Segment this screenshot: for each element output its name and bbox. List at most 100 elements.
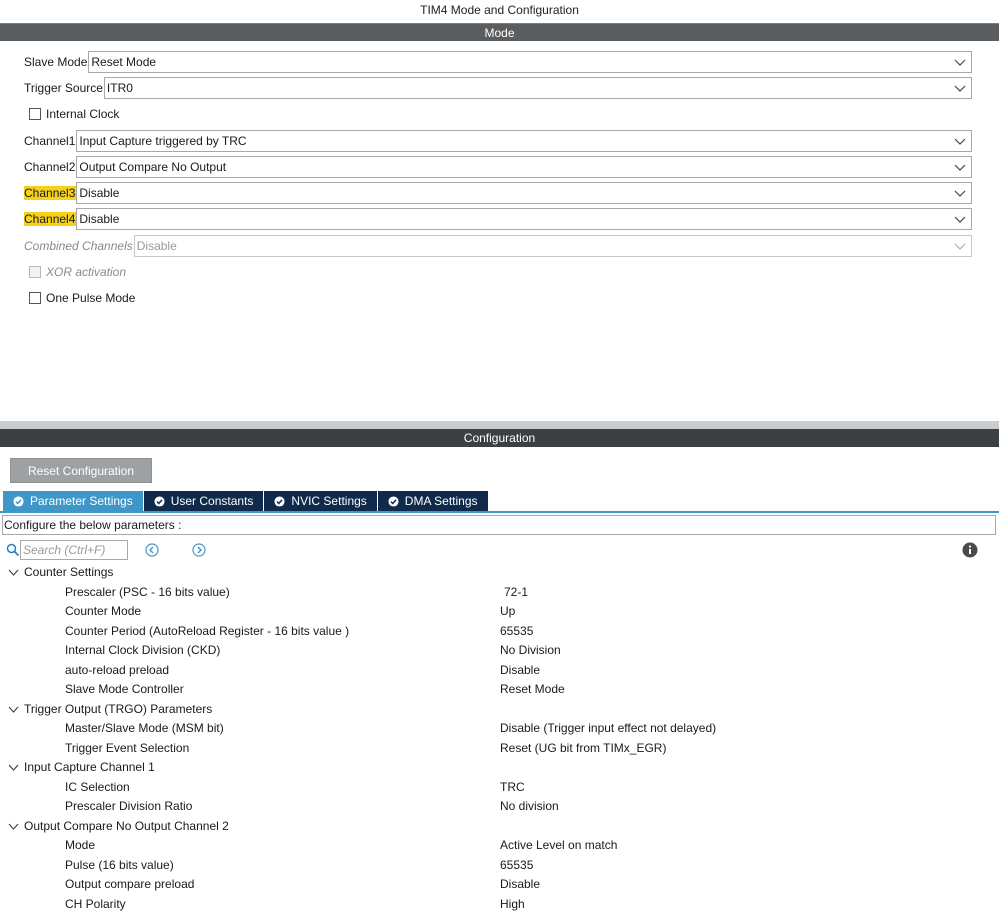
table-row[interactable]: Slave Mode Controller Reset Mode (0, 680, 999, 700)
table-row[interactable]: Counter Period (AutoReload Register - 16… (0, 622, 999, 642)
trigger-source-value: ITR0 (106, 81, 133, 95)
configuration-section-header: Configuration (0, 429, 999, 447)
param-name: auto-reload preload (65, 662, 170, 677)
param-value[interactable]: No Division (500, 641, 561, 661)
combined-channels-select: Disable (133, 235, 972, 257)
channel3-row: Channel3 Disable (24, 182, 972, 204)
channel2-value: Output Compare No Output (79, 160, 227, 174)
chevron-down-icon (8, 706, 19, 713)
internal-clock-checkbox-row[interactable]: Internal Clock (29, 105, 119, 123)
param-name: CH Polarity (65, 896, 126, 911)
tree-group-counter-settings[interactable]: Counter Settings (0, 563, 999, 583)
table-row[interactable]: Output compare preload Disable (0, 875, 999, 895)
one-pulse-mode-checkbox-row[interactable]: One Pulse Mode (29, 289, 135, 307)
table-row[interactable]: CH Polarity High (0, 895, 999, 915)
check-circle-icon (274, 495, 285, 507)
param-name: Pulse (16 bits value) (65, 857, 174, 872)
channel2-select[interactable]: Output Compare No Output (76, 156, 972, 178)
tree-group-trigger-output[interactable]: Trigger Output (TRGO) Parameters (0, 700, 999, 720)
table-row[interactable]: IC Selection TRC (0, 778, 999, 798)
param-value[interactable]: Disable (Trigger input effect not delaye… (500, 719, 716, 739)
xor-activation-checkbox-row: XOR activation (29, 263, 126, 281)
table-row[interactable]: Internal Clock Division (CKD) No Division (0, 641, 999, 661)
param-name: Counter Mode (65, 604, 142, 618)
channel3-value: Disable (79, 186, 120, 200)
slave-mode-label: Slave Mode (24, 55, 88, 69)
table-row[interactable]: Master/Slave Mode (MSM bit) Disable (Trig… (0, 719, 999, 739)
chevron-down-icon (954, 243, 966, 250)
channel4-select[interactable]: Disable (76, 208, 972, 230)
chevron-down-icon (954, 216, 966, 223)
param-value[interactable]: Up (500, 602, 515, 622)
xor-activation-label: XOR activation (46, 265, 127, 279)
channel3-select[interactable]: Disable (76, 182, 972, 204)
table-row[interactable]: Counter Mode Up (0, 602, 999, 622)
channel2-label: Channel2 (24, 160, 76, 174)
tab-parameter-settings[interactable]: Parameter Settings (3, 491, 143, 511)
table-row[interactable]: Prescaler (PSC - 16 bits value) 72-1 (0, 583, 999, 603)
parameters-description: Configure the below parameters : (2, 515, 996, 535)
combined-channels-value: Disable (136, 239, 177, 253)
search-input[interactable] (20, 540, 128, 560)
check-circle-icon (13, 495, 24, 507)
param-name: Master/Slave Mode (MSM bit) (65, 721, 224, 735)
search-icon (6, 543, 20, 557)
xor-activation-checkbox (29, 266, 41, 278)
table-row[interactable]: auto-reload preload Disable (0, 661, 999, 681)
chevron-down-icon (954, 164, 966, 171)
tab-underline (0, 511, 999, 513)
param-name: Counter Period (AutoReload Register - 16… (65, 623, 350, 638)
param-name: IC Selection (65, 779, 130, 794)
previous-result-icon[interactable] (145, 543, 159, 557)
param-name: Output compare preload (65, 877, 195, 891)
param-name: Mode (65, 838, 96, 852)
slave-mode-row: Slave Mode Reset Mode (24, 51, 972, 73)
one-pulse-mode-checkbox[interactable] (29, 292, 41, 304)
group-label: Output Compare No Output Channel 2 (24, 818, 229, 833)
reset-configuration-button[interactable]: Reset Configuration (10, 458, 152, 483)
table-row[interactable]: Trigger Event Selection Reset (UG bit fro… (0, 739, 999, 759)
tree-group-output-compare-channel-2[interactable]: Output Compare No Output Channel 2 (0, 817, 999, 837)
chevron-down-icon (8, 569, 19, 576)
param-value[interactable]: Reset Mode (500, 680, 565, 700)
tab-user-constants[interactable]: User Constants (143, 491, 264, 511)
trigger-source-select[interactable]: ITR0 (103, 77, 972, 99)
param-value[interactable]: TRC (500, 778, 525, 798)
table-row[interactable]: Pulse (16 bits value) 65535 (0, 856, 999, 876)
check-circle-icon (388, 495, 399, 507)
group-label: Counter Settings (24, 565, 114, 579)
channel2-row: Channel2 Output Compare No Output (24, 156, 972, 178)
param-value[interactable]: Reset (UG bit from TIMx_EGR) (500, 739, 666, 759)
tab-label: User Constants (170, 494, 254, 508)
tab-dma-settings[interactable]: DMA Settings (377, 491, 488, 511)
param-value[interactable]: No division (500, 797, 559, 817)
tab-nvic-settings[interactable]: NVIC Settings (264, 491, 377, 511)
config-tabs: Parameter Settings User Constants NVIC S… (3, 491, 489, 512)
channel4-value: Disable (79, 212, 120, 226)
param-name: Trigger Event Selection (65, 740, 190, 755)
channel1-select[interactable]: Input Capture triggered by TRC (76, 130, 972, 152)
param-value[interactable]: High (500, 895, 525, 915)
internal-clock-checkbox[interactable] (29, 108, 41, 120)
one-pulse-mode-label: One Pulse Mode (46, 291, 136, 305)
param-value[interactable]: 65535 (500, 856, 533, 876)
next-result-icon[interactable] (192, 543, 206, 557)
channel1-value: Input Capture triggered by TRC (79, 134, 247, 148)
param-value[interactable]: 72-1 (504, 583, 528, 603)
section-splitter[interactable] (0, 421, 999, 429)
param-value[interactable]: Active Level on match (500, 836, 617, 856)
chevron-down-icon (8, 823, 19, 830)
table-row[interactable]: Mode Active Level on match (0, 836, 999, 856)
param-value[interactable]: Disable (500, 875, 540, 895)
param-name: Prescaler Division Ratio (65, 799, 193, 813)
group-label: Input Capture Channel 1 (24, 760, 155, 774)
param-value[interactable]: 65535 (500, 622, 533, 642)
table-row[interactable]: Prescaler Division Ratio No division (0, 797, 999, 817)
slave-mode-select[interactable]: Reset Mode (88, 51, 972, 73)
channel4-label: Channel4 (24, 212, 77, 226)
mode-section-header: Mode (0, 23, 999, 41)
info-icon[interactable] (962, 542, 978, 558)
param-value[interactable]: Disable (500, 661, 540, 681)
tree-group-input-capture-channel-1[interactable]: Input Capture Channel 1 (0, 758, 999, 778)
tab-label: DMA Settings (404, 494, 478, 508)
